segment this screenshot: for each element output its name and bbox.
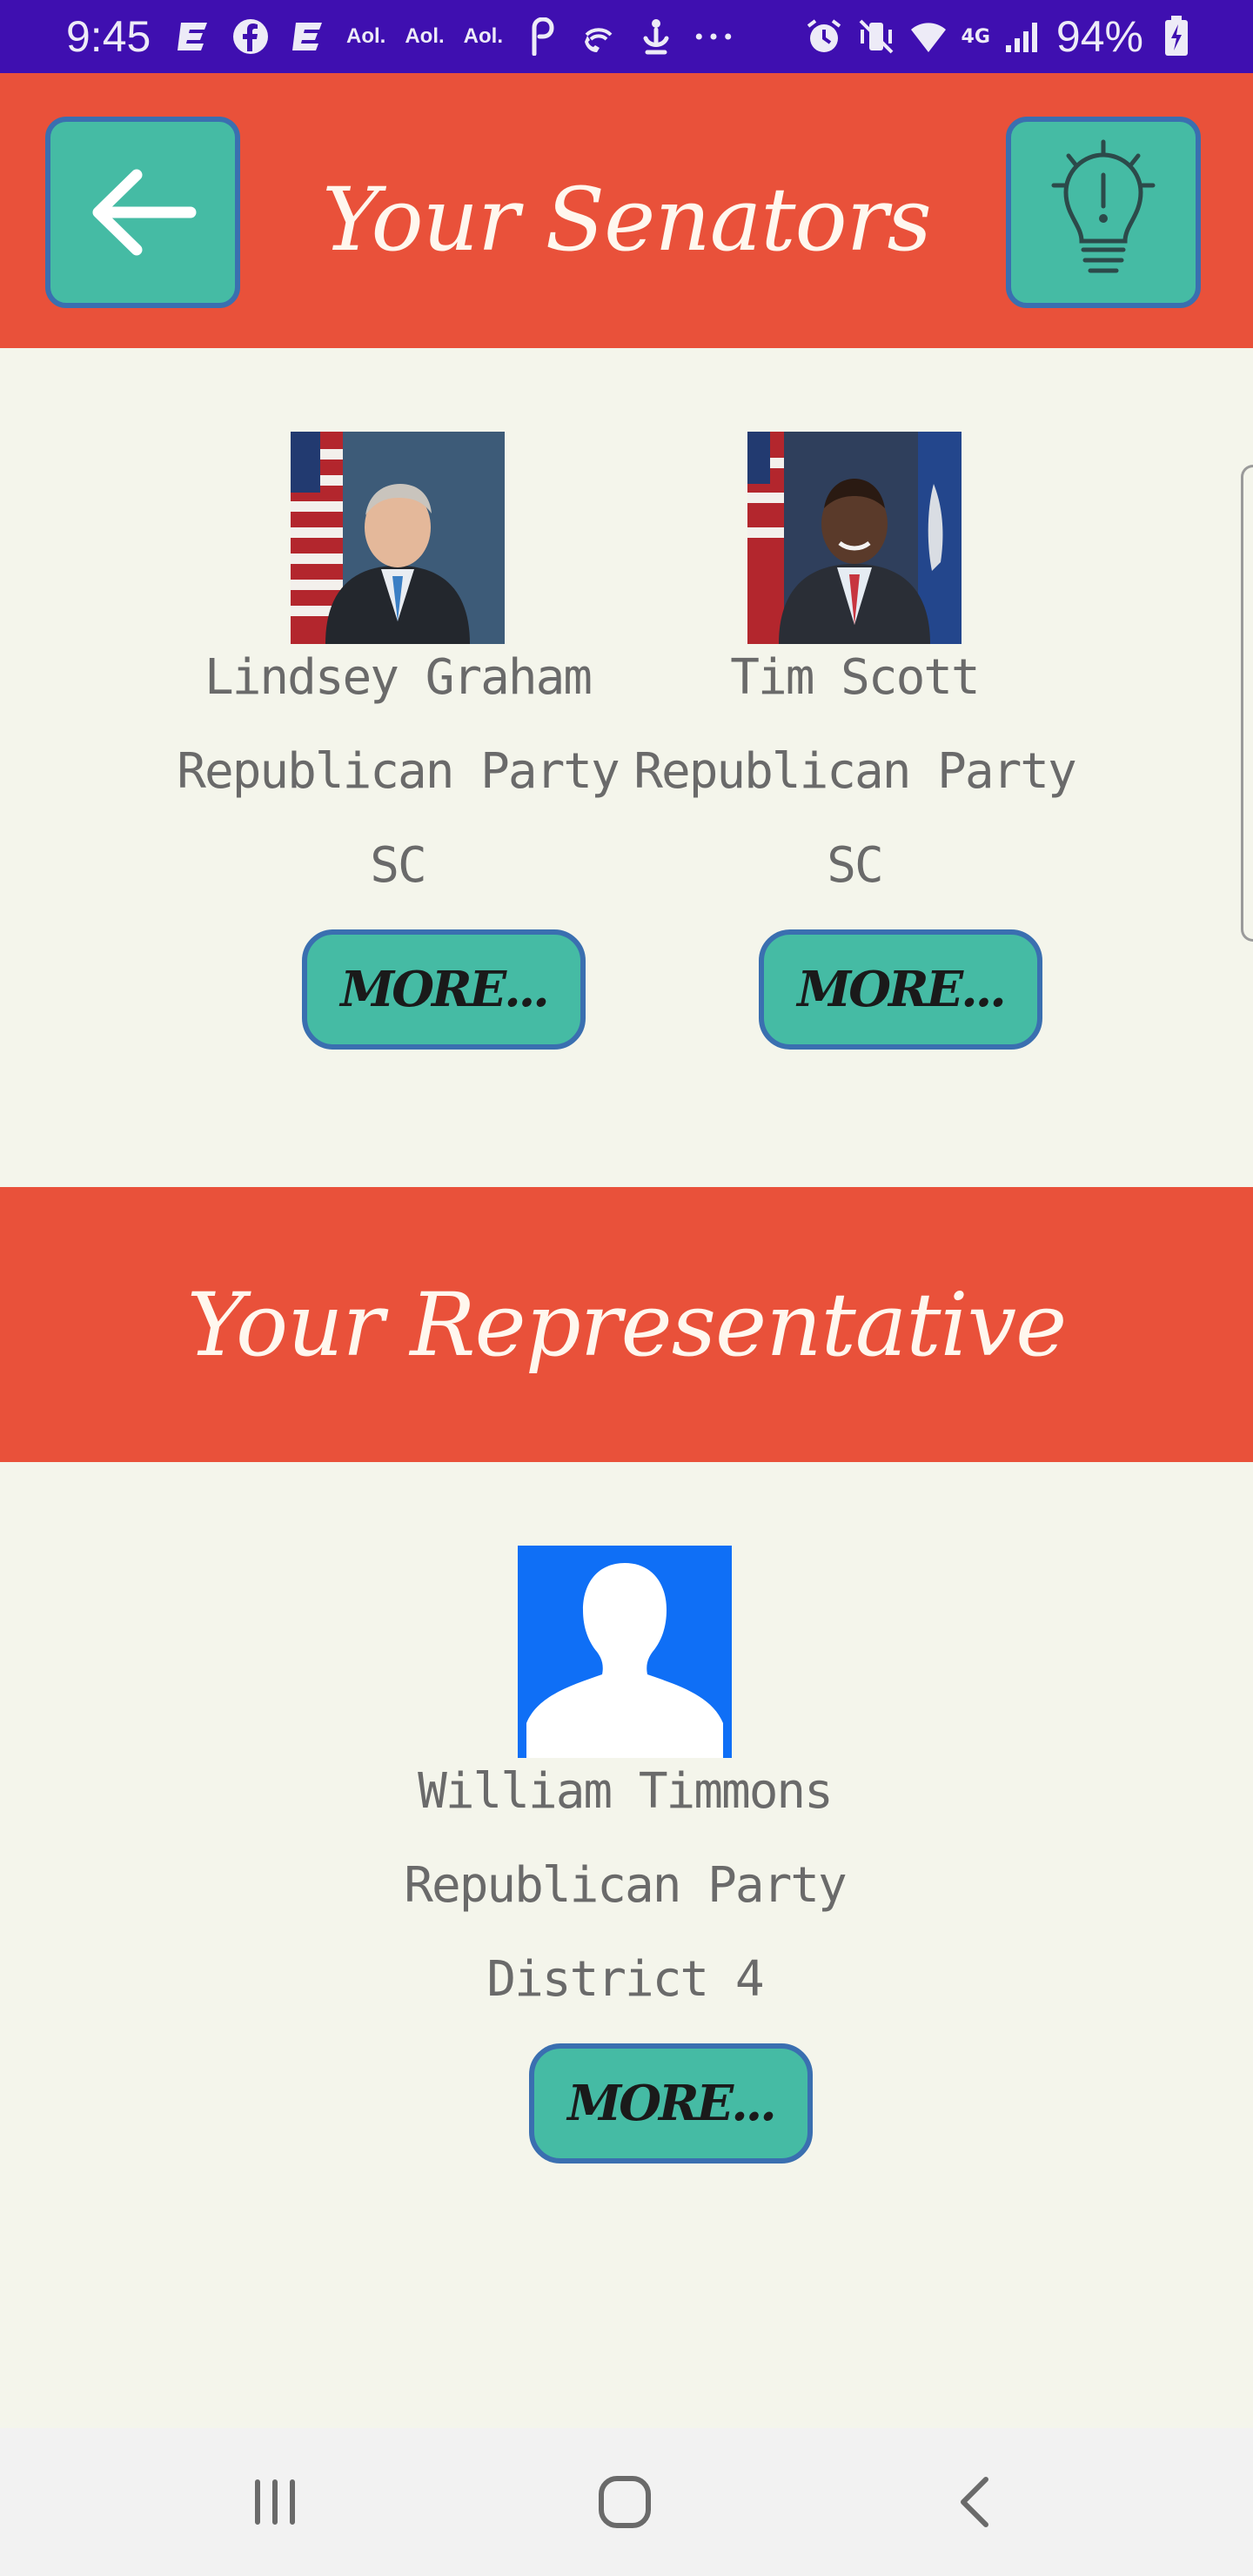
senator-party: Republican Party [633,743,1076,800]
lightbulb-icon [1051,139,1156,273]
senator-photo[interactable] [291,432,505,644]
home-button[interactable] [581,2463,668,2541]
senators-header: Your Senators [0,73,1253,348]
signal-icon [1004,17,1042,56]
battery-percent: 94% [1055,12,1143,61]
representative-header: Your Representative [0,1187,1253,1462]
aol-icon: Aol. [405,24,445,48]
more-button[interactable]: MORE... [529,2043,813,2163]
senator-name: Lindsey Graham [204,649,593,706]
navigation-bar [0,2428,1253,2576]
scroll-indicator[interactable] [1241,465,1253,942]
senator-state: SC [827,837,883,894]
alarm-icon [805,17,843,56]
home-icon [599,2476,651,2528]
accessibility-icon [637,17,675,56]
person-placeholder-icon [518,1546,732,1758]
e-news-icon [289,17,327,56]
chevron-left-icon [961,2477,988,2527]
representative-photo[interactable] [518,1546,732,1758]
senator-photo[interactable] [747,432,962,644]
aol-icon: Aol. [463,24,503,48]
vibrate-mute-icon [857,17,895,56]
more-button[interactable]: MORE... [302,929,586,1050]
system-icons: 4G 94% [805,9,1196,64]
back-nav-button[interactable] [931,2463,1018,2541]
representative-district: District 4 [486,1951,764,2008]
representative-party: Republican Party [404,1857,847,1914]
e-news-icon [174,17,212,56]
facebook-icon [231,17,270,56]
pinterest-icon [522,17,560,56]
aol-icon: Aol. [346,24,386,48]
status-time: 9:45 [66,12,151,61]
senator-state: SC [370,837,426,894]
network-type-label: 4G [961,25,990,48]
section-title: Your Representative [186,1274,1068,1376]
notification-icons: Aol. Aol. Aol. [174,12,733,61]
more-dots-icon [694,17,733,56]
senator-party: Republican Party [177,743,620,800]
wifi-icon [909,17,948,56]
recent-apps-button[interactable] [231,2463,318,2541]
tips-button[interactable] [1006,117,1201,308]
recent-apps-icon [255,2479,295,2525]
senator-name: Tim Scott [730,649,980,706]
more-button[interactable]: MORE... [759,929,1042,1050]
wifi-call-icon [580,17,618,56]
representative-name: William Timmons [418,1763,834,1820]
status-bar: 9:45 Aol. Aol. Aol. 4G 94% [0,0,1253,73]
battery-charging-icon [1157,16,1196,56]
